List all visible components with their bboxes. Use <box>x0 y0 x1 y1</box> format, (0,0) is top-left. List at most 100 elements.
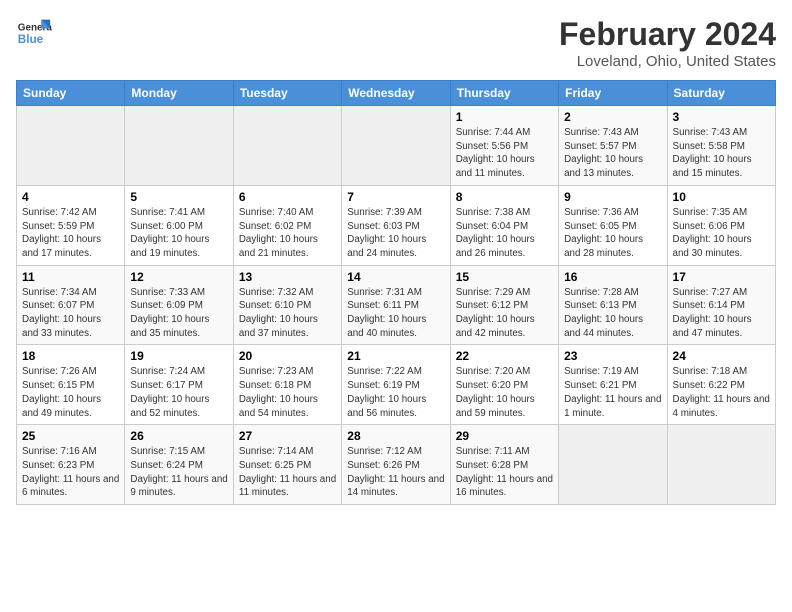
day-info: Sunrise: 7:18 AM Sunset: 6:22 PM Dayligh… <box>673 365 770 420</box>
day-info: Sunrise: 7:34 AM Sunset: 6:07 PM Dayligh… <box>22 286 119 341</box>
calendar-cell <box>233 106 341 186</box>
calendar-cell: 10 Sunrise: 7:35 AM Sunset: 6:06 PM Dayli… <box>667 185 775 265</box>
day-number: 18 <box>22 349 119 363</box>
calendar-cell: 1 Sunrise: 7:44 AM Sunset: 5:56 PM Daylig… <box>450 106 558 186</box>
title-area: February 2024 Loveland, Ohio, United Sta… <box>559 16 776 70</box>
calendar-cell: 9Sunrise: 7:36 AM Sunset: 6:05 PM Daylig… <box>559 185 667 265</box>
day-number: 8 <box>456 190 553 204</box>
calendar-cell: 17 Sunrise: 7:27 AM Sunset: 6:14 PM Dayli… <box>667 265 775 345</box>
day-info: Sunrise: 7:23 AM Sunset: 6:18 PM Dayligh… <box>239 365 336 420</box>
calendar-cell <box>667 425 775 505</box>
calendar-cell: 14Sunrise: 7:31 AM Sunset: 6:11 PM Dayli… <box>342 265 450 345</box>
day-number: 16 <box>564 270 661 284</box>
day-info: Sunrise: 7:43 AM Sunset: 5:57 PM Dayligh… <box>564 126 661 181</box>
calendar-cell: 27 Sunrise: 7:14 AM Sunset: 6:25 PM Dayli… <box>233 425 341 505</box>
day-number: 24 <box>673 349 770 363</box>
day-info: Sunrise: 7:41 AM Sunset: 6:00 PM Dayligh… <box>130 206 227 261</box>
logo: General Blue <box>16 16 52 52</box>
column-header-friday: Friday <box>559 81 667 106</box>
day-number: 4 <box>22 190 119 204</box>
day-info: Sunrise: 7:22 AM Sunset: 6:19 PM Dayligh… <box>347 365 444 420</box>
day-info: Sunrise: 7:24 AM Sunset: 6:17 PM Dayligh… <box>130 365 227 420</box>
calendar-cell: 22 Sunrise: 7:20 AM Sunset: 6:20 PM Dayli… <box>450 345 558 425</box>
day-number: 9 <box>564 190 661 204</box>
day-info: Sunrise: 7:42 AM Sunset: 5:59 PM Dayligh… <box>22 206 119 261</box>
day-number: 11 <box>22 270 119 284</box>
column-header-saturday: Saturday <box>667 81 775 106</box>
day-info: Sunrise: 7:31 AM Sunset: 6:11 PM Dayligh… <box>347 286 444 341</box>
calendar-cell: 26 Sunrise: 7:15 AM Sunset: 6:24 PM Dayli… <box>125 425 233 505</box>
day-number: 22 <box>456 349 553 363</box>
day-number: 5 <box>130 190 227 204</box>
day-number: 7 <box>347 190 444 204</box>
calendar-cell: 18Sunrise: 7:26 AM Sunset: 6:15 PM Dayli… <box>17 345 125 425</box>
calendar-cell: 15 Sunrise: 7:29 AM Sunset: 6:12 PM Dayli… <box>450 265 558 345</box>
calendar-cell: 13Sunrise: 7:32 AM Sunset: 6:10 PM Dayli… <box>233 265 341 345</box>
column-header-monday: Monday <box>125 81 233 106</box>
day-number: 28 <box>347 429 444 443</box>
day-info: Sunrise: 7:32 AM Sunset: 6:10 PM Dayligh… <box>239 286 336 341</box>
day-number: 19 <box>130 349 227 363</box>
day-info: Sunrise: 7:16 AM Sunset: 6:23 PM Dayligh… <box>22 445 119 500</box>
calendar-cell: 4 Sunrise: 7:42 AM Sunset: 5:59 PM Daylig… <box>17 185 125 265</box>
day-number: 27 <box>239 429 336 443</box>
calendar-cell: 5 Sunrise: 7:41 AM Sunset: 6:00 PM Daylig… <box>125 185 233 265</box>
day-info: Sunrise: 7:38 AM Sunset: 6:04 PM Dayligh… <box>456 206 553 261</box>
header: General Blue February 2024 Loveland, Ohi… <box>16 16 776 70</box>
column-header-thursday: Thursday <box>450 81 558 106</box>
calendar-table: SundayMondayTuesdayWednesdayThursdayFrid… <box>16 80 776 505</box>
day-number: 1 <box>456 110 553 124</box>
day-info: Sunrise: 7:33 AM Sunset: 6:09 PM Dayligh… <box>130 286 227 341</box>
main-title: February 2024 <box>559 16 776 53</box>
day-info: Sunrise: 7:44 AM Sunset: 5:56 PM Dayligh… <box>456 126 553 181</box>
column-header-wednesday: Wednesday <box>342 81 450 106</box>
calendar-cell: 24 Sunrise: 7:18 AM Sunset: 6:22 PM Dayli… <box>667 345 775 425</box>
calendar-cell: 16 Sunrise: 7:28 AM Sunset: 6:13 PM Dayli… <box>559 265 667 345</box>
day-info: Sunrise: 7:29 AM Sunset: 6:12 PM Dayligh… <box>456 286 553 341</box>
day-info: Sunrise: 7:14 AM Sunset: 6:25 PM Dayligh… <box>239 445 336 500</box>
day-info: Sunrise: 7:11 AM Sunset: 6:28 PM Dayligh… <box>456 445 553 500</box>
day-info: Sunrise: 7:28 AM Sunset: 6:13 PM Dayligh… <box>564 286 661 341</box>
day-number: 21 <box>347 349 444 363</box>
day-number: 6 <box>239 190 336 204</box>
calendar-cell: 3 Sunrise: 7:43 AM Sunset: 5:58 PM Daylig… <box>667 106 775 186</box>
calendar-cell <box>342 106 450 186</box>
calendar-cell: 25Sunrise: 7:16 AM Sunset: 6:23 PM Dayli… <box>17 425 125 505</box>
day-number: 23 <box>564 349 661 363</box>
calendar-cell: 29 Sunrise: 7:11 AM Sunset: 6:28 PM Dayli… <box>450 425 558 505</box>
calendar-cell: 8 Sunrise: 7:38 AM Sunset: 6:04 PM Daylig… <box>450 185 558 265</box>
day-info: Sunrise: 7:27 AM Sunset: 6:14 PM Dayligh… <box>673 286 770 341</box>
day-number: 17 <box>673 270 770 284</box>
day-info: Sunrise: 7:39 AM Sunset: 6:03 PM Dayligh… <box>347 206 444 261</box>
calendar-cell: 19 Sunrise: 7:24 AM Sunset: 6:17 PM Dayli… <box>125 345 233 425</box>
calendar-cell: 11 Sunrise: 7:34 AM Sunset: 6:07 PM Dayli… <box>17 265 125 345</box>
calendar-cell <box>17 106 125 186</box>
svg-text:Blue: Blue <box>18 33 44 46</box>
day-number: 15 <box>456 270 553 284</box>
day-info: Sunrise: 7:20 AM Sunset: 6:20 PM Dayligh… <box>456 365 553 420</box>
logo-icon: General Blue <box>16 16 52 52</box>
calendar-cell: 7 Sunrise: 7:39 AM Sunset: 6:03 PM Daylig… <box>342 185 450 265</box>
calendar-cell: 28 Sunrise: 7:12 AM Sunset: 6:26 PM Dayli… <box>342 425 450 505</box>
day-info: Sunrise: 7:19 AM Sunset: 6:21 PM Dayligh… <box>564 365 661 420</box>
day-number: 3 <box>673 110 770 124</box>
calendar-cell: 21 Sunrise: 7:22 AM Sunset: 6:19 PM Dayli… <box>342 345 450 425</box>
day-number: 12 <box>130 270 227 284</box>
column-header-sunday: Sunday <box>17 81 125 106</box>
day-info: Sunrise: 7:12 AM Sunset: 6:26 PM Dayligh… <box>347 445 444 500</box>
calendar-cell: 6 Sunrise: 7:40 AM Sunset: 6:02 PM Daylig… <box>233 185 341 265</box>
day-info: Sunrise: 7:40 AM Sunset: 6:02 PM Dayligh… <box>239 206 336 261</box>
day-info: Sunrise: 7:43 AM Sunset: 5:58 PM Dayligh… <box>673 126 770 181</box>
day-number: 29 <box>456 429 553 443</box>
day-info: Sunrise: 7:35 AM Sunset: 6:06 PM Dayligh… <box>673 206 770 261</box>
calendar-cell: 20 Sunrise: 7:23 AM Sunset: 6:18 PM Dayli… <box>233 345 341 425</box>
day-number: 26 <box>130 429 227 443</box>
day-number: 2 <box>564 110 661 124</box>
calendar-cell: 23 Sunrise: 7:19 AM Sunset: 6:21 PM Dayli… <box>559 345 667 425</box>
calendar-cell: 12 Sunrise: 7:33 AM Sunset: 6:09 PM Dayli… <box>125 265 233 345</box>
column-header-tuesday: Tuesday <box>233 81 341 106</box>
day-info: Sunrise: 7:15 AM Sunset: 6:24 PM Dayligh… <box>130 445 227 500</box>
day-number: 20 <box>239 349 336 363</box>
day-number: 10 <box>673 190 770 204</box>
calendar-cell: 2 Sunrise: 7:43 AM Sunset: 5:57 PM Daylig… <box>559 106 667 186</box>
